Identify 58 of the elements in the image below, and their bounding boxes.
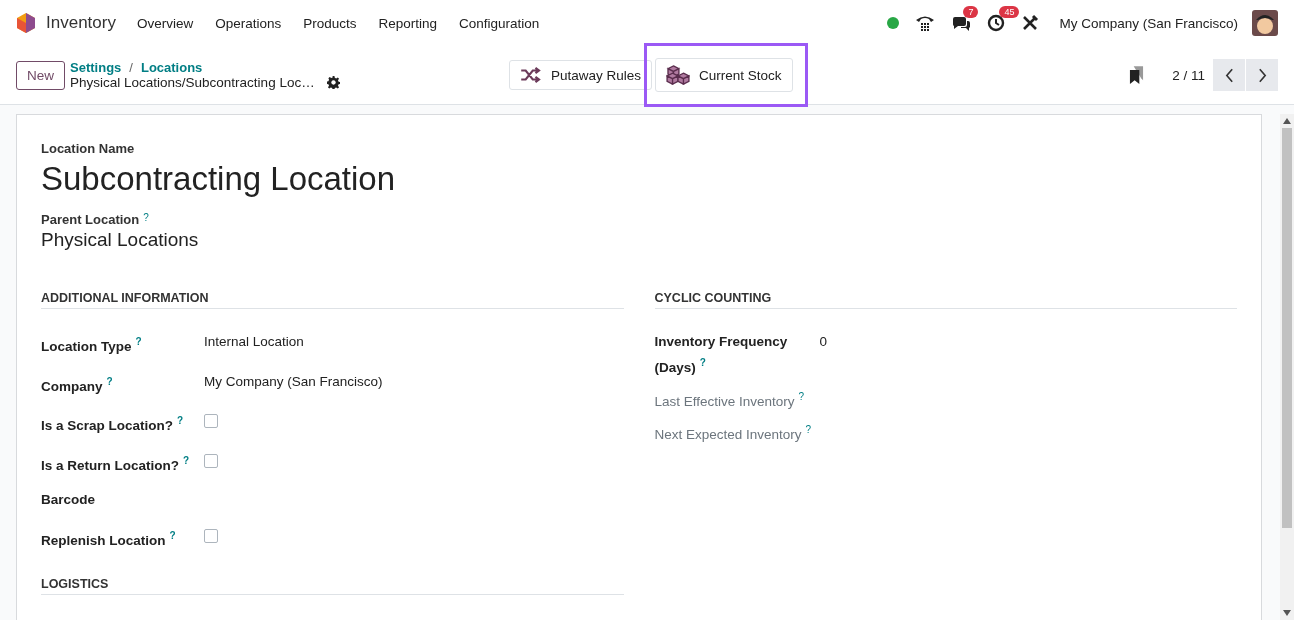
menu-item[interactable]: Operations [204, 15, 293, 31]
scrollbar-thumb[interactable] [1282, 128, 1292, 528]
activity-count-badge: 45 [999, 6, 1020, 18]
breadcrumb-separator: / [129, 60, 133, 75]
section-heading: CYCLIC COUNTING [654, 291, 1237, 309]
pager-value: 2 / 11 [1172, 67, 1205, 83]
menu-item[interactable]: Products [292, 15, 368, 31]
checkbox[interactable] [204, 529, 218, 543]
company-switcher[interactable]: My Company (San Francisco) [1059, 15, 1238, 31]
field-label: Location Name [41, 141, 136, 156]
app-logo-icon[interactable] [16, 12, 36, 34]
field-value[interactable]: Internal Location [204, 334, 304, 349]
field-label: Is a Scrap Location? $^{?}$ [41, 414, 185, 435]
app-name[interactable]: Inventory [46, 13, 116, 33]
clock-icon[interactable] [987, 14, 1006, 32]
message-count-badge: 7 [963, 6, 979, 18]
new-button[interactable]: New [16, 60, 65, 90]
avatar-icon[interactable] [1252, 10, 1278, 36]
field-label: Last Effective Inventory $^{?}$ [654, 389, 806, 411]
scrollbar[interactable] [1280, 114, 1294, 620]
scroll-up-icon[interactable] [1283, 118, 1291, 124]
checkbox[interactable] [204, 453, 218, 468]
field-value[interactable]: My Company (San Francisco) [204, 373, 383, 389]
menu-item[interactable]: Overview [125, 15, 205, 31]
field-label: Parent Location [41, 212, 140, 227]
chevron-left-icon [1224, 67, 1234, 83]
previous-button[interactable] [1213, 59, 1245, 91]
section-heading: LOGISTICS [41, 576, 624, 595]
field-label: Company $^{?}$ [41, 374, 114, 396]
scroll-down-icon[interactable] [1283, 610, 1291, 616]
parent-location-value[interactable]: Physical Locations [41, 229, 1237, 251]
menu-item[interactable]: Configuration [448, 15, 551, 31]
field-label: Is a Return Location? $^{?}$ [41, 453, 191, 474]
field-label: Location Type $^{?}$ [41, 335, 143, 356]
smart-button[interactable]: Putaway Rules [509, 60, 653, 90]
shuffle-icon [520, 67, 542, 83]
chat-icon[interactable] [951, 14, 972, 32]
checkbox[interactable] [204, 414, 218, 428]
smart-button[interactable]: Current Stock [655, 58, 793, 92]
settings-icon[interactable] [326, 76, 340, 89]
breadcrumb-link[interactable]: Settings [70, 60, 122, 75]
bookmark-icon[interactable] [1129, 65, 1145, 85]
location-name[interactable]: Subcontracting Location [41, 160, 1237, 198]
section-heading: ADDITIONAL INFORMATION [41, 291, 624, 309]
next-button[interactable] [1246, 59, 1278, 91]
chevron-right-icon [1257, 67, 1267, 83]
menu-item[interactable]: Reporting [367, 15, 449, 31]
field-label: Inventory Frequency (Days) $^{?}$ [654, 333, 789, 377]
tools-icon[interactable] [1021, 14, 1040, 32]
field-label: Next Expected Inventory $^{?}$ [654, 423, 813, 444]
help-tooltip[interactable]: ? [143, 212, 149, 227]
record-path: Physical Locations/Subcontracting Loc… [70, 75, 315, 90]
breadcrumb-link[interactable]: Locations [140, 60, 203, 75]
field-value[interactable]: 0 [819, 334, 827, 349]
boxes-icon [666, 65, 691, 85]
field-label: Replenish Location $^{?}$ [41, 529, 177, 550]
phone-icon[interactable] [915, 14, 936, 32]
field-label: Barcode [41, 491, 97, 509]
